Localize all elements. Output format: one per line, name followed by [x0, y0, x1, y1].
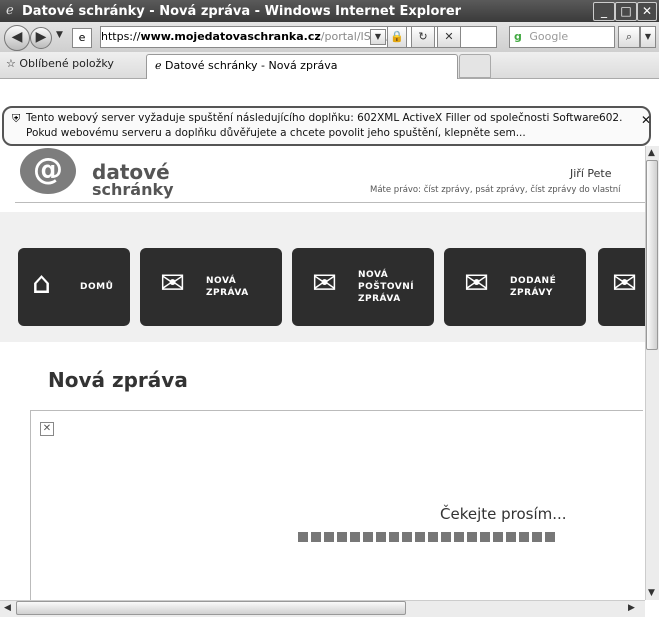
nav-new-postal-l3: ZPRÁVA	[358, 294, 401, 304]
progress-segment	[480, 532, 490, 542]
info-line-1: Tento webový server vyžaduje spuštění ná…	[26, 112, 623, 124]
progress-segment	[363, 532, 373, 542]
url-prefix: https://	[101, 30, 141, 43]
page-icon: e	[72, 28, 92, 48]
nav-delivered-l2: ZPRÁVY	[510, 288, 553, 298]
progress-segment	[415, 532, 425, 542]
favorites-bar: ☆ Oblíbené položky ℯ Datové schránky - N…	[0, 52, 659, 79]
nav-sent[interactable]: ✉	[598, 248, 645, 326]
nav-new-message-l1: NOVÁ	[206, 276, 237, 286]
logo-at-icon: @	[20, 148, 76, 194]
progress-segment	[519, 532, 529, 542]
lock-icon[interactable]: 🔒	[387, 26, 407, 48]
header-divider	[15, 202, 645, 203]
user-rights: Máte právo: číst zprávy, psát zprávy, čí…	[370, 185, 621, 195]
page-title: Nová zpráva	[48, 368, 188, 392]
progress-segment	[402, 532, 412, 542]
progress-segment	[441, 532, 451, 542]
information-bar[interactable]: ⛨ Tento webový server vyžaduje spuštění …	[2, 106, 651, 146]
progress-segment	[454, 532, 464, 542]
nav-new-postal-l2: POŠTOVNÍ	[358, 282, 415, 292]
horizontal-scroll-thumb[interactable]	[16, 601, 406, 615]
maximize-button[interactable]: □	[615, 2, 637, 21]
stop-button[interactable]: ✕	[437, 26, 461, 48]
google-icon: g	[514, 30, 522, 43]
progress-segment	[493, 532, 503, 542]
vertical-scroll-thumb[interactable]	[646, 160, 658, 350]
logo-text-line2: schránky	[92, 180, 174, 199]
progress-segment	[298, 532, 308, 542]
infobar-close-button[interactable]: ✕	[641, 113, 651, 127]
nav-new-message-l2: ZPRÁVA	[206, 288, 249, 298]
scroll-right-arrow[interactable]: ▶	[628, 603, 635, 613]
url-domain: www.mojedatovaschranka.cz	[140, 30, 321, 43]
user-name: Jiří Pete	[570, 167, 612, 180]
search-input[interactable]: g Google	[509, 26, 615, 48]
progress-segment	[532, 532, 542, 542]
tab-ie-icon: ℯ	[155, 59, 162, 72]
nav-home[interactable]: ⌂ DOMŮ	[18, 248, 130, 326]
envelope-icon: ✉	[160, 266, 186, 301]
upload-envelope-icon: ✉	[612, 266, 638, 301]
nav-delivered-l1: DODANÉ	[510, 276, 557, 286]
nav-new-postal-message[interactable]: ✉ NOVÁ POŠTOVNÍ ZPRÁVA	[292, 248, 434, 326]
back-button[interactable]: ◀	[4, 25, 30, 51]
progress-segment	[324, 532, 334, 542]
download-envelope-icon: ✉	[464, 266, 490, 301]
progress-segment	[311, 532, 321, 542]
progress-segment	[506, 532, 516, 542]
loading-progress	[298, 532, 555, 542]
progress-segment	[350, 532, 360, 542]
address-toolbar: ◀ ▶ ▼ e https://www.mojedatovaschranka.c…	[0, 22, 659, 52]
new-tab-button[interactable]	[459, 54, 491, 78]
progress-segment	[428, 532, 438, 542]
wait-message: Čekejte prosím...	[440, 505, 567, 523]
address-dropdown[interactable]: ▼	[370, 29, 386, 45]
shield-icon: ⛨	[12, 112, 21, 125]
scroll-left-arrow[interactable]: ◀	[4, 603, 11, 613]
nav-new-message[interactable]: ✉ NOVÁ ZPRÁVA	[140, 248, 282, 326]
recent-pages-dropdown[interactable]: ▼	[56, 30, 63, 40]
info-line-2: Pokud webovému serveru a doplňku důvěřuj…	[26, 127, 526, 139]
search-button[interactable]: ⌕	[618, 26, 640, 48]
favorites-button[interactable]: ☆ Oblíbené položky	[6, 57, 114, 70]
house-icon: ⌂	[32, 266, 52, 301]
progress-segment	[467, 532, 477, 542]
search-options-dropdown[interactable]: ▼	[640, 26, 656, 48]
progress-segment	[389, 532, 399, 542]
forward-button[interactable]: ▶	[30, 27, 52, 49]
star-icon: ☆	[6, 57, 16, 70]
nav-delivered[interactable]: ✉ DODANÉ ZPRÁVY	[444, 248, 586, 326]
window-title-bar: ℯ Datové schránky - Nová zpráva - Window…	[0, 0, 659, 22]
dollar-envelope-icon: ✉	[312, 266, 338, 301]
refresh-button[interactable]: ↻	[411, 26, 435, 48]
minimize-button[interactable]: _	[593, 2, 615, 21]
progress-segment	[376, 532, 386, 542]
scroll-down-arrow[interactable]: ▼	[648, 588, 655, 598]
nav-new-postal-l1: NOVÁ	[358, 270, 389, 280]
scroll-up-arrow[interactable]: ▲	[648, 148, 655, 158]
progress-segment	[545, 532, 555, 542]
progress-segment	[337, 532, 347, 542]
broken-image-icon: ✕	[40, 422, 54, 436]
close-window-button[interactable]: ✕	[637, 2, 657, 21]
ie-icon: ℯ	[6, 3, 14, 18]
browser-tab[interactable]: ℯ Datové schránky - Nová zpráva	[146, 54, 458, 79]
window-title: Datové schránky - Nová zpráva - Windows …	[22, 4, 462, 19]
